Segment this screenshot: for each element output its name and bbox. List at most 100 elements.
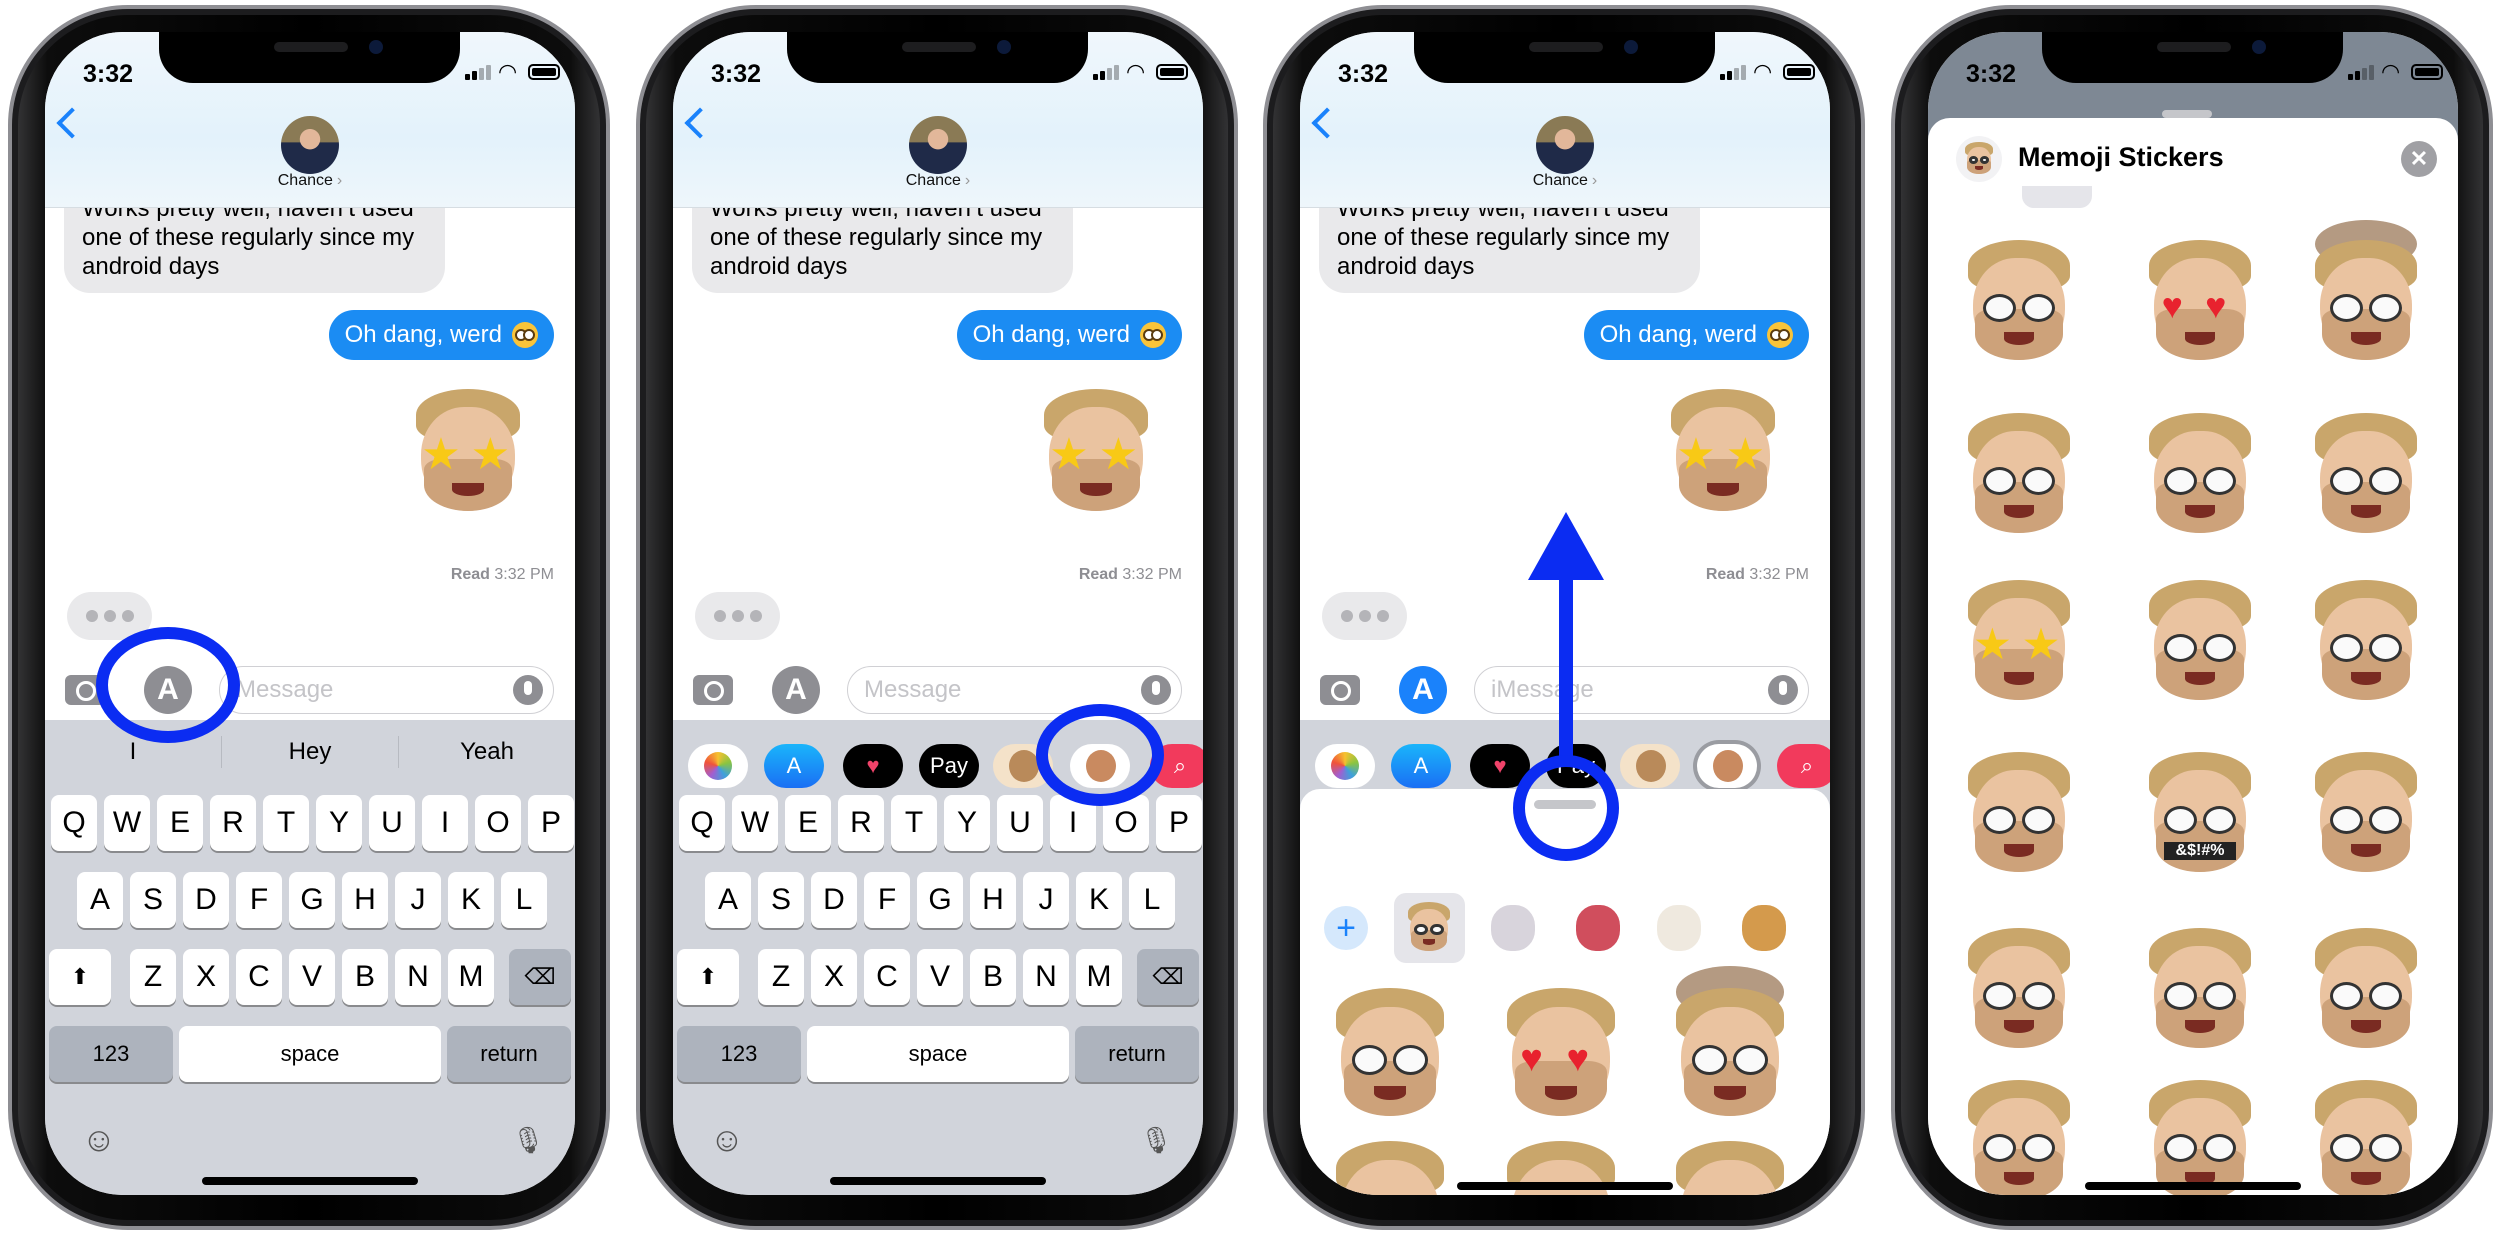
emoji-icon[interactable]: ☺ (79, 1120, 119, 1160)
message-input[interactable]: Message (847, 666, 1182, 714)
home-indicator[interactable] (2085, 1182, 2301, 1190)
mouse-icon[interactable] (1491, 905, 1535, 951)
key-p[interactable]: P (1156, 795, 1202, 851)
emoji-icon[interactable]: ☺ (707, 1120, 747, 1160)
shift-key[interactable]: ⬆ (677, 949, 739, 1005)
sticker-crying[interactable] (2136, 580, 2264, 708)
key-l[interactable]: L (1129, 872, 1175, 928)
sticker-smile[interactable] (2136, 1080, 2264, 1195)
key-b[interactable]: B (970, 949, 1016, 1005)
contact-name[interactable]: Chance › (1300, 172, 1830, 190)
key-g[interactable]: G (289, 872, 335, 928)
keyboard-mic-icon[interactable]: 🎙 (1136, 1120, 1176, 1160)
octopus-icon[interactable] (1576, 905, 1620, 951)
photos-icon[interactable] (688, 744, 748, 788)
key-p[interactable]: P (528, 795, 574, 851)
back-chevron-icon[interactable] (56, 107, 88, 139)
message-input[interactable]: Message (219, 666, 554, 714)
key-v[interactable]: V (289, 949, 335, 1005)
space-key[interactable]: space (179, 1026, 441, 1082)
return-key[interactable]: return (447, 1026, 571, 1082)
key-h[interactable]: H (970, 872, 1016, 928)
delete-key[interactable]: ⌫ (1137, 949, 1199, 1005)
keyboard-mic-icon[interactable]: 🎙 (508, 1120, 548, 1160)
suggestion-hey[interactable]: Hey (222, 732, 398, 772)
sent-memoji-sticker[interactable]: ★ ★ (1658, 389, 1788, 519)
key-j[interactable]: J (395, 872, 441, 928)
app-store-button[interactable]: A (772, 666, 820, 714)
key-b[interactable]: B (342, 949, 388, 1005)
sticker-tears-of-joy[interactable] (1955, 240, 2083, 368)
close-icon[interactable]: ✕ (2401, 141, 2437, 177)
key-t[interactable]: T (891, 795, 937, 851)
key-v[interactable]: V (917, 949, 963, 1005)
key-w[interactable]: W (732, 795, 778, 851)
shift-key[interactable]: ⬆ (49, 949, 111, 1005)
key-o[interactable]: O (475, 795, 521, 851)
dictation-mic-icon[interactable] (513, 675, 543, 705)
key-d[interactable]: D (811, 872, 857, 928)
sticker-mind-blown[interactable] (2302, 219, 2430, 368)
sticker-shrug[interactable] (2136, 928, 2264, 1056)
sticker-tongue-wink[interactable] (1955, 752, 2083, 880)
memoji-icon-tab[interactable] (1394, 893, 1465, 963)
sticker-heart-eyes[interactable]: ♥ ♥ (2136, 240, 2264, 368)
back-chevron-icon[interactable] (1311, 107, 1343, 139)
home-indicator[interactable] (830, 1177, 1046, 1185)
home-indicator[interactable] (1457, 1182, 1673, 1190)
animoji-monkey-icon[interactable] (1620, 744, 1680, 788)
memoji-sticker[interactable] (1662, 1141, 1798, 1195)
giraffe-icon[interactable] (1742, 905, 1786, 951)
sticker-facepalm[interactable] (2302, 928, 2430, 1056)
app-store-button[interactable]: A (1399, 666, 1447, 714)
key-f[interactable]: F (864, 872, 910, 928)
key-f[interactable]: F (236, 872, 282, 928)
key-e[interactable]: E (157, 795, 203, 851)
digital-touch-icon[interactable]: ♥ (843, 744, 903, 788)
contact-avatar[interactable] (281, 116, 339, 174)
suggestion-yeah[interactable]: Yeah (399, 732, 575, 772)
key-d[interactable]: D (183, 872, 229, 928)
drag-handle[interactable] (2162, 110, 2212, 118)
key-c[interactable]: C (864, 949, 910, 1005)
photos-icon[interactable] (1315, 744, 1375, 788)
delete-key[interactable]: ⌫ (509, 949, 571, 1005)
memoji-logo-face[interactable] (1962, 142, 1996, 176)
space-key[interactable]: space (807, 1026, 1069, 1082)
category-tab-selected[interactable] (2022, 186, 2092, 208)
key-s[interactable]: S (130, 872, 176, 928)
key-u[interactable]: U (369, 795, 415, 851)
memoji-icon[interactable] (1403, 902, 1455, 954)
sticker-wink[interactable] (2302, 1080, 2430, 1195)
memoji-sticker[interactable]: ♥ ♥ (1493, 988, 1629, 1124)
key-n[interactable]: N (395, 949, 441, 1005)
key-x[interactable]: X (811, 949, 857, 1005)
camera-button[interactable] (693, 675, 733, 705)
sticker-sweat[interactable] (2302, 752, 2430, 880)
sticker-censored[interactable]: &$!#% (2136, 752, 2264, 880)
dictation-mic-icon[interactable] (1768, 675, 1798, 705)
add-memoji-icon[interactable]: + (1324, 906, 1368, 950)
key-k[interactable]: K (448, 872, 494, 928)
dictation-mic-icon[interactable] (1141, 675, 1171, 705)
back-chevron-icon[interactable] (684, 107, 716, 139)
key-m[interactable]: M (448, 949, 494, 1005)
key-g[interactable]: G (917, 872, 963, 928)
key-e[interactable]: E (785, 795, 831, 851)
key-i[interactable]: I (422, 795, 468, 851)
memoji-sticker[interactable] (1322, 1141, 1458, 1195)
contact-name[interactable]: Chance › (45, 172, 575, 190)
cow-icon[interactable] (1657, 905, 1701, 951)
key-w[interactable]: W (104, 795, 150, 851)
key-k[interactable]: K (1076, 872, 1122, 928)
sticker-wave[interactable] (1955, 928, 2083, 1056)
contact-name[interactable]: Chance › (673, 172, 1203, 190)
key-y[interactable]: Y (316, 795, 362, 851)
contact-avatar[interactable] (909, 116, 967, 174)
sticker-star-struck[interactable]: ★ ★ (1955, 580, 2083, 708)
key-t[interactable]: T (263, 795, 309, 851)
key-z[interactable]: Z (758, 949, 804, 1005)
camera-button[interactable] (1320, 675, 1360, 705)
images-search-icon[interactable]: ⌕ (1777, 744, 1830, 788)
key-s[interactable]: S (758, 872, 804, 928)
